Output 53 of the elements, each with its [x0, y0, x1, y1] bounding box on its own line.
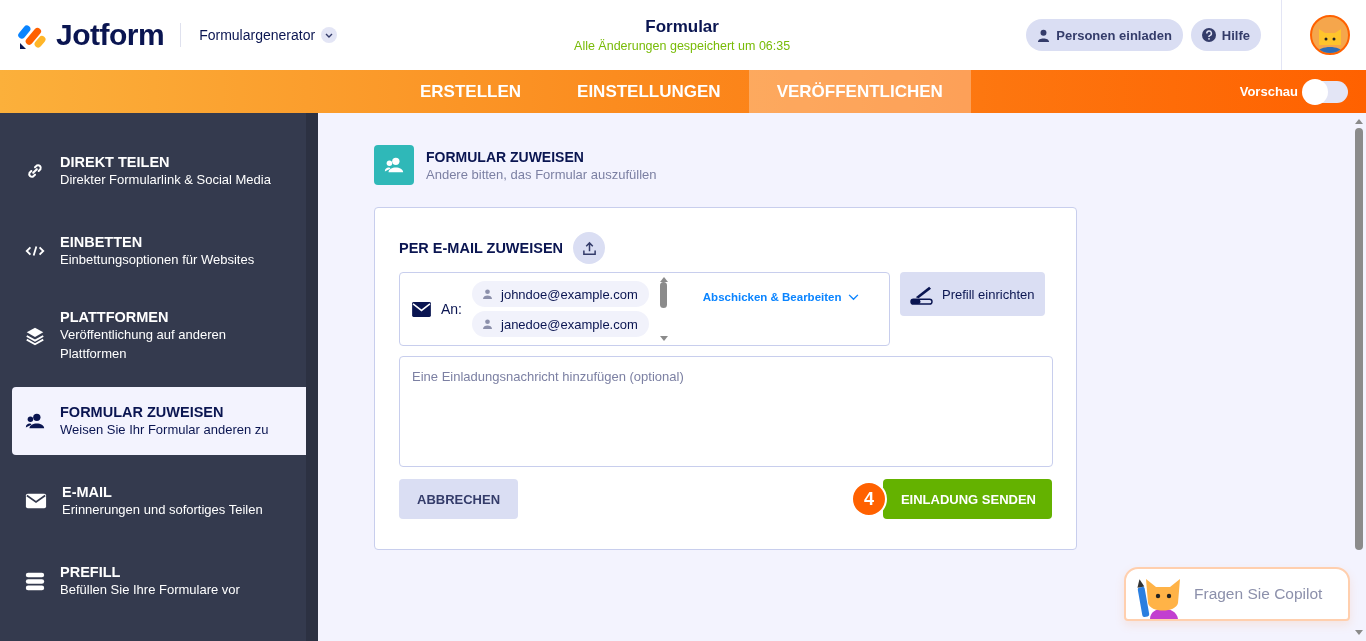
panel-subtitle: Andere bitten, das Formular auszufüllen: [426, 166, 657, 182]
preview-label: Vorschau: [1239, 84, 1298, 99]
recipients-field[interactable]: An: johndoe@example.com janedoe@example.com Abschicken & Bearbeiten: [399, 272, 890, 346]
help-icon: [1201, 28, 1216, 42]
panel-title: FORMULAR ZUWEISEN: [426, 148, 585, 165]
sidebar-item-title: PREFILL: [60, 563, 122, 580]
sidebar-item[interactable]: PLATTFORMEN Veröffentlichung auf anderen Plattformen: [12, 297, 306, 375]
person-icon: [483, 319, 492, 329]
person-icon: [483, 289, 492, 299]
save-status: Alle Änderungen gespeichert um 06:35: [574, 39, 791, 53]
upload-icon: [581, 240, 597, 256]
sidebar-item-subtitle: Einbettungsoptionen für Websites: [60, 250, 255, 269]
sidebar-item[interactable]: E-MAIL Erinnerungen und sofortiges Teilen: [12, 467, 306, 535]
scrollbar[interactable]: [1352, 113, 1366, 641]
envelope-icon: [412, 301, 431, 317]
sidebar-item-subtitle: Befüllen Sie Ihre Formulare vor: [60, 580, 240, 599]
recipient-chip[interactable]: janedoe@example.com: [472, 311, 649, 337]
chevron-down-icon: [321, 27, 338, 43]
sidebar-item[interactable]: PREFILL Befüllen Sie Ihre Formulare vor: [12, 547, 306, 615]
message-field[interactable]: Eine Einladungsnachricht hinzufügen (optional): [399, 356, 1053, 467]
upload-button[interactable]: [573, 232, 606, 264]
sidebar-item[interactable]: FORMULAR ZUWEISEN Weisen Sie Ihr Formular anderen zu: [12, 387, 306, 455]
help-button[interactable]: Hilfe: [1190, 19, 1261, 51]
sidebar-item-title: FORMULAR ZUWEISEN: [60, 403, 225, 420]
sidebar-item[interactable]: DIREKT TEILEN Direkter Formularlink & Social Media: [12, 137, 306, 205]
prefill-button[interactable]: Prefill einrichten: [900, 272, 1045, 316]
logo-wordmark[interactable]: Jotform: [56, 18, 165, 52]
recipient-chip[interactable]: johndoe@example.com: [472, 281, 649, 307]
sidebar-item-subtitle: Erinnerungen und sofortiges Teilen: [62, 500, 263, 519]
chevron-down-icon: [848, 293, 860, 301]
to-label: An:: [441, 301, 462, 317]
form-title: Formular: [645, 17, 719, 37]
sidebar-item[interactable]: EINBETTEN Einbettungsoptionen für Websites: [12, 217, 306, 285]
sidebar-item-title: EINBETTEN: [60, 233, 144, 250]
avatar[interactable]: [1310, 15, 1350, 55]
sidebar-item-title: DIREKT TEILEN: [60, 153, 171, 170]
cancel-button[interactable]: ABBRECHEN: [399, 479, 519, 519]
layers-icon: [24, 325, 46, 347]
invite-button[interactable]: Personen einladen: [1026, 19, 1183, 51]
scrollbar[interactable]: [658, 277, 669, 341]
sidebar-item-subtitle: Weisen Sie Ihr Formular anderen zu: [60, 420, 269, 439]
users-badge-icon: [374, 145, 414, 185]
step-badge: 4: [850, 481, 887, 517]
permission-dropdown[interactable]: Abschicken & Bearbeiten: [702, 291, 860, 303]
builder-menu[interactable]: Formulargenerator: [199, 27, 338, 43]
stacked-bars-icon: [24, 570, 46, 592]
sidebar-item-title: PLATTFORMEN: [60, 309, 170, 325]
section-title: PER E-MAIL ZUWEISEN: [399, 240, 564, 256]
sidebar-item-subtitle: Veröffentlichung auf anderen Plattformen: [60, 326, 227, 363]
person-icon: [1037, 28, 1051, 42]
sidebar-item-subtitle: Direkter Formularlink & Social Media: [60, 170, 271, 189]
preview-toggle[interactable]: [1304, 80, 1348, 103]
sidebar-item-title: E-MAIL: [62, 483, 113, 500]
